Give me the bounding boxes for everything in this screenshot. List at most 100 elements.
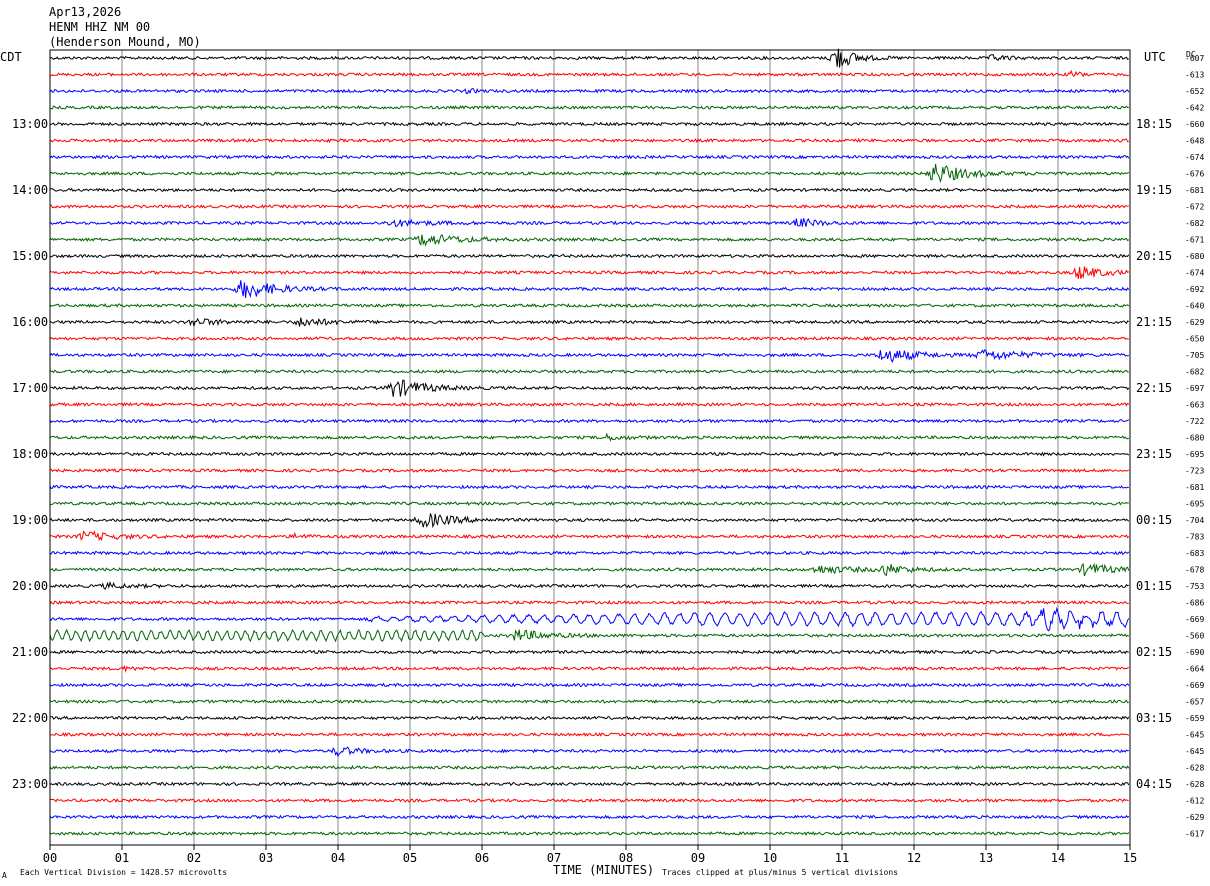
dc-offset-label: -682 — [1185, 368, 1204, 377]
station-location: (Henderson Mound, MO) — [49, 35, 201, 49]
trace-line — [49, 501, 1129, 506]
right-hour-label: 21:15 — [1136, 315, 1172, 329]
minute-gridlines — [121, 50, 1059, 845]
plot-frame — [49, 49, 1131, 846]
trace-line — [49, 562, 1130, 577]
dc-offset-label: -642 — [1185, 104, 1204, 113]
trace-line — [49, 163, 1130, 184]
trace-line — [49, 253, 1130, 259]
dc-offset-label: -692 — [1185, 285, 1204, 294]
x-tick-label: 02 — [187, 851, 201, 865]
trace-line — [49, 484, 1130, 490]
seismic-traces — [49, 48, 1130, 837]
trace-line — [49, 550, 1130, 556]
clipping-note: Traces clipped at plus/minus 5 vertical … — [662, 868, 898, 877]
dc-offset-label: -753 — [1185, 582, 1204, 591]
left-hour-label: 13:00 — [12, 117, 48, 131]
dc-offset-label: -645 — [1185, 747, 1204, 756]
dc-offset-label: -659 — [1185, 714, 1204, 723]
left-hour-label: 22:00 — [12, 711, 48, 725]
right-hour-label: 01:15 — [1136, 579, 1172, 593]
corner-mark: A — [2, 871, 7, 880]
right-hour-label: 22:15 — [1136, 381, 1172, 395]
trace-line — [50, 379, 1130, 397]
trace-line — [49, 512, 1130, 529]
dc-offset-label: -682 — [1185, 219, 1204, 228]
x-axis-title: TIME (MINUTES) — [553, 863, 654, 877]
dc-offset-label: -560 — [1185, 632, 1204, 641]
trace-line — [49, 266, 1130, 279]
trace-line — [49, 746, 1129, 758]
x-tick-label: 12 — [907, 851, 921, 865]
right-hour-label: 23:15 — [1136, 447, 1172, 461]
dc-offset-label: -664 — [1185, 665, 1204, 674]
right-hour-label: 19:15 — [1136, 183, 1172, 197]
trace-line — [49, 418, 1130, 424]
dc-offset-label: -674 — [1185, 269, 1204, 278]
trace-line — [49, 187, 1130, 193]
right-hour-label: 04:15 — [1136, 777, 1172, 791]
trace-line — [49, 401, 1130, 407]
left-hour-label: 14:00 — [12, 183, 48, 197]
trace-line — [49, 137, 1130, 144]
dc-offset-label: -704 — [1185, 516, 1204, 525]
trace-line — [49, 48, 1130, 68]
x-tick-label: 11 — [835, 851, 849, 865]
trace-line — [49, 797, 1129, 804]
x-tick-label: 13 — [979, 851, 993, 865]
dc-offset-label: -613 — [1185, 71, 1204, 80]
trace-line — [50, 105, 1129, 110]
x-tick-label: 04 — [331, 851, 345, 865]
trace-line — [49, 831, 1130, 837]
dc-offset-label: -672 — [1185, 203, 1204, 212]
dc-offset-label: -629 — [1185, 813, 1204, 822]
dc-offset-label: -628 — [1185, 764, 1204, 773]
dc-offset-label: -617 — [1185, 830, 1204, 839]
station-code: HENM HHZ NM 00 — [49, 20, 150, 34]
right-timezone-label: UTC — [1144, 50, 1166, 64]
trace-line — [49, 764, 1130, 771]
x-tick-label: 00 — [43, 851, 57, 865]
left-hour-label: 16:00 — [12, 315, 48, 329]
dc-offset-label: -783 — [1185, 533, 1204, 542]
right-hour-label: 20:15 — [1136, 249, 1172, 263]
trace-line — [49, 715, 1130, 721]
trace-line — [49, 606, 1130, 632]
dc-offset-label: -681 — [1185, 483, 1204, 492]
dc-offset-label: -650 — [1185, 335, 1204, 344]
dc-offset-label: -660 — [1185, 120, 1204, 129]
trace-line — [49, 204, 1129, 209]
x-tick-label: 14 — [1051, 851, 1065, 865]
trace-line — [49, 732, 1130, 738]
left-hour-label: 19:00 — [12, 513, 48, 527]
dc-offset-label: -612 — [1185, 797, 1204, 806]
right-hour-label: 00:15 — [1136, 513, 1172, 527]
dc-offset-label: -678 — [1185, 566, 1204, 575]
dc-offset-label: -723 — [1185, 467, 1204, 476]
trace-line — [49, 664, 1129, 674]
dc-offset-label: -640 — [1185, 302, 1204, 311]
left-hour-label: 23:00 — [12, 777, 48, 791]
trace-line — [49, 649, 1129, 655]
dc-offset-label: -680 — [1185, 434, 1204, 443]
right-hour-label: 03:15 — [1136, 711, 1172, 725]
dc-offset-label: -722 — [1185, 417, 1204, 426]
trace-line — [49, 451, 1130, 457]
right-hour-label: 02:15 — [1136, 645, 1172, 659]
dc-offset-label: -683 — [1185, 549, 1204, 558]
x-tick-label: 03 — [259, 851, 273, 865]
trace-line — [49, 468, 1129, 473]
trace-line — [49, 234, 1130, 247]
trace-line — [49, 349, 1129, 363]
dc-offset-label: -669 — [1185, 615, 1204, 624]
trace-line — [49, 369, 1129, 374]
dc-offset-label: -629 — [1185, 318, 1204, 327]
vertical-scale-note: Each Vertical Division = 1428.57 microvo… — [20, 868, 227, 877]
dc-offset-label: -676 — [1185, 170, 1204, 179]
trace-line — [49, 682, 1130, 688]
dc-offset-label: -681 — [1185, 186, 1204, 195]
x-tick-label: 01 — [115, 851, 129, 865]
trace-line — [49, 628, 1129, 643]
trace-line — [49, 814, 1130, 820]
x-tick-label: 05 — [403, 851, 417, 865]
